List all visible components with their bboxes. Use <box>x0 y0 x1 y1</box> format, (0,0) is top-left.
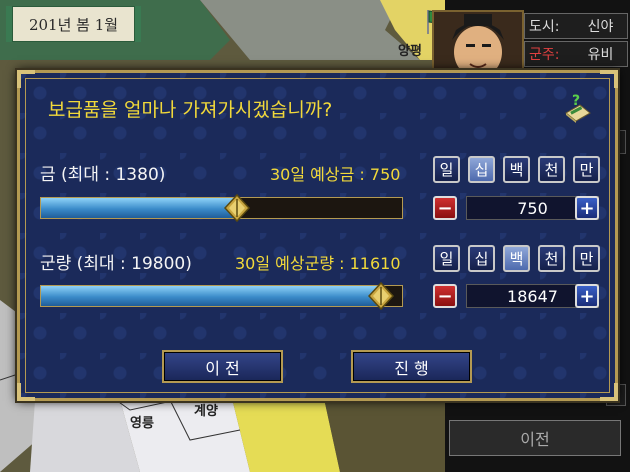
map-label-yangpyeong: 양평 <box>398 44 422 59</box>
ruler-info-row: 군주: 유비 <box>524 41 628 67</box>
gold-slider-fill <box>41 198 237 218</box>
food-unit-1[interactable]: 일 <box>433 245 460 272</box>
date-scroll: 201년 봄 1월 <box>6 6 141 42</box>
corner-ornament <box>600 70 618 88</box>
gold-slider[interactable] <box>40 194 403 222</box>
food-slider[interactable] <box>40 282 403 310</box>
gold-unit-100[interactable]: 백 <box>503 156 530 183</box>
dialog-proceed-button[interactable]: 진 행 <box>351 350 472 383</box>
gold-unit-10[interactable]: 십 <box>468 156 495 183</box>
food-estimate: 30일 예상군량 : 11610 <box>235 254 401 273</box>
map-label-gyeyang: 계양 <box>194 404 218 419</box>
dialog-question: 보급품을 얼마나 가져가시겠습니까? <box>48 99 333 121</box>
gold-estimate: 30일 예상금 : 750 <box>270 165 401 184</box>
side-prev-button[interactable]: 이전 <box>449 420 621 456</box>
portrait-image <box>434 12 522 74</box>
corner-ornament <box>600 383 618 401</box>
city-info-row: 도시: 신야 <box>524 13 628 39</box>
ruler-value: 유비 <box>587 47 614 63</box>
food-label: 군량 (최대 : 19800) <box>40 254 192 274</box>
gold-unit-1000[interactable]: 천 <box>538 156 565 183</box>
city-key: 도시: <box>529 19 560 35</box>
food-unit-10000[interactable]: 만 <box>573 245 600 272</box>
map-label-yeongneung: 영릉 <box>130 416 154 431</box>
city-value: 신야 <box>587 19 614 35</box>
gold-increase-button[interactable]: + <box>575 196 599 220</box>
gold-decrease-button[interactable]: − <box>433 196 457 220</box>
food-slider-thumb[interactable] <box>368 282 394 310</box>
ruler-key: 군주: <box>529 47 560 63</box>
food-unit-100[interactable]: 백 <box>503 245 530 272</box>
food-slider-fill <box>41 286 381 306</box>
help-scroll-icon[interactable]: ? <box>562 93 592 123</box>
food-unit-1000[interactable]: 천 <box>538 245 565 272</box>
date-text: 201년 봄 1월 <box>28 15 119 34</box>
corner-ornament <box>17 70 35 88</box>
gold-slider-thumb[interactable] <box>224 194 250 222</box>
food-increase-button[interactable]: + <box>575 284 599 308</box>
food-unit-10[interactable]: 십 <box>468 245 495 272</box>
supply-dialog: 보급품을 얼마나 가져가시겠습니까? ? 금 (최대 : 1380) 30일 예… <box>17 70 618 401</box>
corner-ornament <box>17 383 35 401</box>
gold-label: 금 (최대 : 1380) <box>40 165 166 185</box>
ruler-portrait <box>432 10 524 76</box>
food-decrease-button[interactable]: − <box>433 284 457 308</box>
gold-unit-1[interactable]: 일 <box>433 156 460 183</box>
dialog-prev-button[interactable]: 이 전 <box>162 350 283 383</box>
svg-text:?: ? <box>572 93 580 109</box>
gold-unit-10000[interactable]: 만 <box>573 156 600 183</box>
